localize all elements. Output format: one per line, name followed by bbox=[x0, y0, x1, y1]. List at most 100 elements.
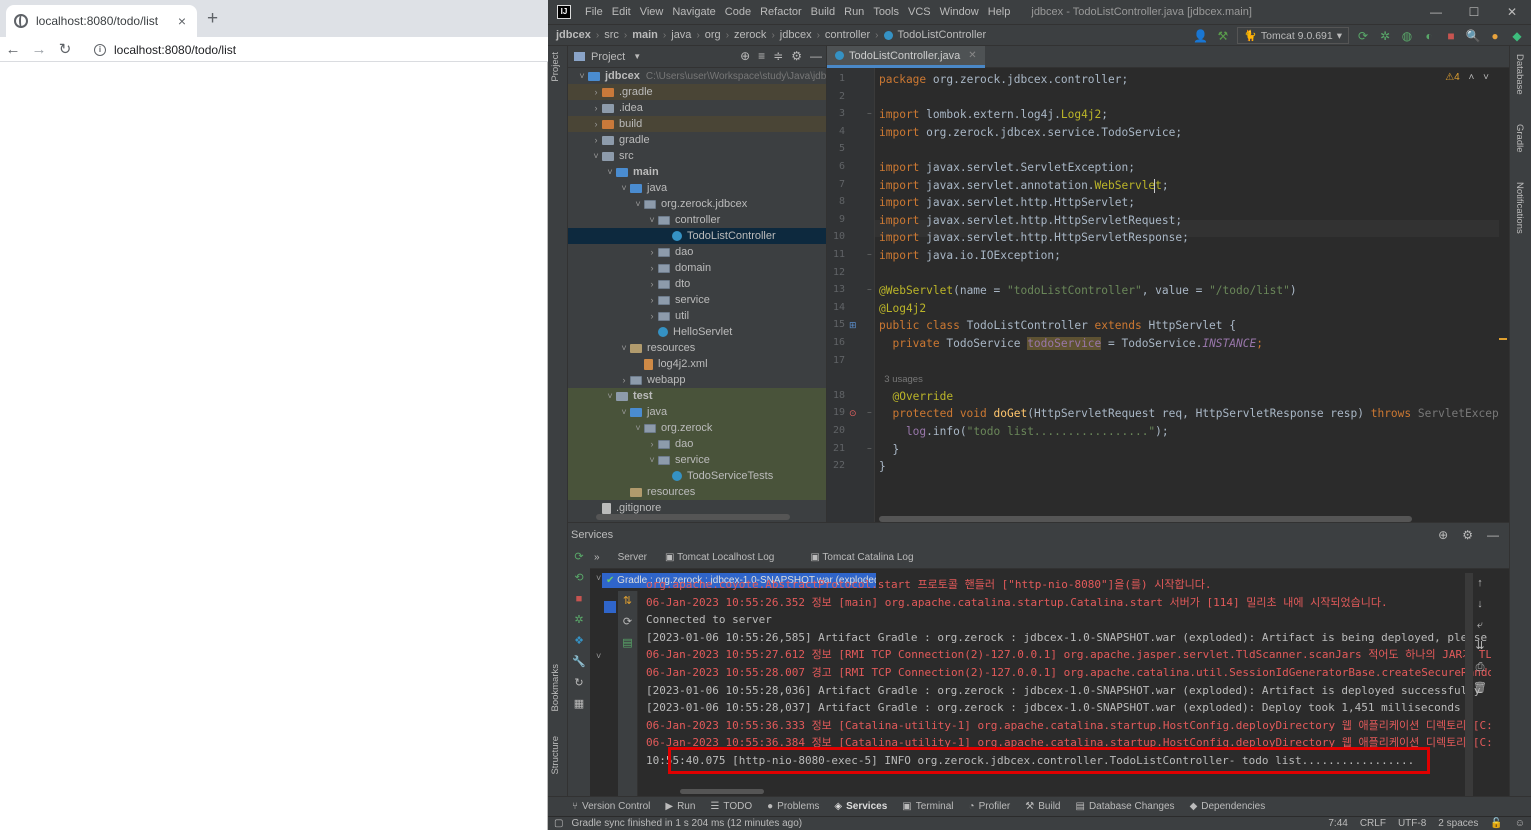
code-line[interactable]: log.info("todo list................."); bbox=[879, 424, 1169, 439]
notifications-tool-tab[interactable]: Notifications bbox=[1514, 182, 1525, 234]
chevron-down-icon[interactable]: ˅ bbox=[596, 573, 601, 583]
code-area[interactable]: package org.zerock.jdbcex.controller; imp… bbox=[879, 68, 1509, 522]
menu-view[interactable]: View bbox=[640, 6, 664, 18]
address-bar[interactable]: i localhost:8080/todo/list bbox=[86, 39, 541, 60]
code-line[interactable]: package org.zerock.jdbcex.controller; bbox=[879, 72, 1128, 87]
maximize-button[interactable]: ☐ bbox=[1455, 0, 1493, 24]
chevron-down-icon[interactable]: ˅ bbox=[604, 391, 616, 401]
refresh-icon[interactable]: ↻ bbox=[568, 673, 590, 694]
tree-item[interactable]: ˅ service bbox=[568, 452, 826, 468]
tool-tab-run[interactable]: ▶ Run bbox=[665, 801, 695, 812]
update-icon[interactable]: ● bbox=[1487, 29, 1503, 43]
scroll-end-icon[interactable]: ⇊ bbox=[1471, 636, 1489, 657]
code-line[interactable]: import javax.servlet.http.HttpServletReq… bbox=[879, 213, 1182, 228]
tree-item[interactable]: ˅ org.zerock bbox=[568, 420, 826, 436]
search-icon[interactable]: 🔍 bbox=[1465, 29, 1481, 43]
chevron-up-icon[interactable]: ˄ bbox=[1469, 72, 1475, 83]
tool-tab-database-changes[interactable]: ▤ Database Changes bbox=[1075, 801, 1174, 812]
tree-item[interactable]: HelloServlet bbox=[568, 324, 826, 340]
chevron-right-icon[interactable]: › bbox=[646, 311, 658, 321]
warning-marker[interactable] bbox=[1499, 338, 1507, 340]
chevron-down-icon[interactable]: ˅ bbox=[596, 651, 601, 661]
chevron-right-icon[interactable]: › bbox=[590, 135, 602, 145]
chevron-right-icon[interactable]: › bbox=[590, 87, 602, 97]
menu-tools[interactable]: Tools bbox=[873, 6, 899, 18]
breadcrumb-item[interactable]: jdbcex bbox=[556, 29, 591, 41]
menu-file[interactable]: File bbox=[585, 6, 603, 18]
tree-item[interactable]: ˅ java bbox=[568, 404, 826, 420]
chevron-down-icon[interactable]: ˅ bbox=[618, 183, 630, 193]
breadcrumb-item[interactable]: src bbox=[604, 29, 619, 41]
breadcrumb-item[interactable]: main bbox=[632, 29, 658, 41]
chevron-right-icon[interactable]: › bbox=[646, 247, 658, 257]
locate-icon[interactable]: ⊕ bbox=[740, 49, 750, 63]
fold-icon[interactable]: − bbox=[867, 444, 872, 453]
jetbrains-icon[interactable]: ◆ bbox=[1509, 29, 1525, 43]
reload-button[interactable]: ↻ bbox=[52, 40, 78, 58]
chevron-down-icon[interactable]: ˅ bbox=[618, 343, 630, 353]
group-icon[interactable]: ❖ bbox=[568, 631, 590, 652]
editor-tab-active[interactable]: TodoListController.java ✕ bbox=[827, 46, 985, 68]
chevron-down-icon[interactable]: ˅ bbox=[1483, 72, 1489, 83]
breadcrumb-item[interactable]: java bbox=[671, 29, 691, 41]
tree-item[interactable]: TodoServiceTests bbox=[568, 468, 826, 484]
stop-icon[interactable]: ■ bbox=[1443, 29, 1459, 43]
fold-icon[interactable]: − bbox=[867, 408, 872, 417]
code-line[interactable]: import org.zerock.jdbcex.service.TodoSer… bbox=[879, 125, 1182, 140]
caret-position[interactable]: 7:44 bbox=[1328, 817, 1347, 830]
tool-tab-todo[interactable]: ☰ TODO bbox=[710, 801, 752, 812]
arrow-up-icon[interactable]: ↑ bbox=[1471, 573, 1489, 594]
bookmarks-tool-tab[interactable]: Bookmarks bbox=[550, 664, 561, 712]
menu-code[interactable]: Code bbox=[725, 6, 751, 18]
chevron-right-icon[interactable]: › bbox=[618, 375, 630, 385]
profile-icon[interactable]: ◐ bbox=[1421, 29, 1437, 43]
tree-item[interactable]: ˅ org.zerock.jdbcex bbox=[568, 196, 826, 212]
chevron-down-icon[interactable]: ˅ bbox=[576, 71, 588, 81]
tree-item[interactable]: resources bbox=[568, 484, 826, 500]
project-horizontal-scrollbar[interactable] bbox=[596, 514, 790, 520]
tree-item[interactable]: › .idea bbox=[568, 100, 826, 116]
collapse-all-icon[interactable]: ≑ bbox=[773, 49, 783, 63]
run-config-selector[interactable]: 🐈 Tomcat 9.0.691 ▾ bbox=[1236, 27, 1349, 44]
servlet-mapping-icon[interactable]: ⊞ bbox=[849, 320, 857, 331]
info-icon[interactable]: i bbox=[94, 43, 106, 56]
code-line[interactable]: @WebServlet(name = "todoListController",… bbox=[879, 283, 1297, 298]
tree-item[interactable]: › build bbox=[568, 116, 826, 132]
tab-close-icon[interactable]: × bbox=[175, 13, 189, 29]
tree-item[interactable]: log4j2.xml bbox=[568, 356, 826, 372]
chevron-down-icon[interactable]: ˅ bbox=[632, 199, 644, 209]
chevron-right-icon[interactable]: › bbox=[646, 439, 658, 449]
stop-icon[interactable]: ■ bbox=[568, 589, 590, 610]
tool-tab-profiler[interactable]: ◔ Profiler bbox=[969, 801, 1011, 812]
update-app-icon[interactable]: ⇅ bbox=[618, 591, 637, 612]
new-tab-button[interactable]: + bbox=[207, 9, 218, 29]
tool-tab-problems[interactable]: ● Problems bbox=[767, 801, 819, 812]
menu-run[interactable]: Run bbox=[844, 6, 864, 18]
tree-item[interactable]: ˅ jdbcex C:\Users\user\Workspace\study\Jav… bbox=[568, 68, 826, 84]
gear-icon[interactable]: ⚙ bbox=[1462, 528, 1473, 542]
tool-tab-dependencies[interactable]: ◆ Dependencies bbox=[1190, 801, 1266, 812]
minimize-button[interactable]: — bbox=[1417, 0, 1455, 24]
tool-tab-build[interactable]: ⚒ Build bbox=[1025, 801, 1060, 812]
project-tool-tab[interactable]: Project bbox=[550, 52, 561, 82]
code-line[interactable]: 3 usages bbox=[879, 371, 923, 387]
globe-icon[interactable]: ⊕ bbox=[1438, 528, 1448, 542]
tree-item[interactable]: › gradle bbox=[568, 132, 826, 148]
database-tool-tab[interactable]: Database bbox=[1514, 54, 1525, 95]
debug-icon[interactable]: ✲ bbox=[568, 610, 590, 631]
tab-server[interactable]: Server bbox=[618, 552, 647, 563]
arrow-down-icon[interactable]: ↓ bbox=[1471, 594, 1489, 615]
tree-item[interactable]: › dao bbox=[568, 244, 826, 260]
chevron-down-icon[interactable]: ˅ bbox=[618, 407, 630, 417]
tree-item[interactable]: ˅ main bbox=[568, 164, 826, 180]
override-icon[interactable]: ⊙ bbox=[849, 408, 857, 419]
code-line[interactable]: import javax.servlet.ServletException; bbox=[879, 160, 1135, 175]
chevron-down-icon[interactable]: ˅ bbox=[646, 455, 658, 465]
fold-icon[interactable]: − bbox=[867, 285, 872, 294]
breadcrumb-item[interactable]: zerock bbox=[734, 29, 766, 41]
breadcrumb-item[interactable]: controller bbox=[825, 29, 870, 41]
menu-build[interactable]: Build bbox=[811, 6, 835, 18]
trash-icon[interactable]: 🗑 bbox=[1471, 678, 1489, 699]
tree-item[interactable]: ˅ resources bbox=[568, 340, 826, 356]
menu-refactor[interactable]: Refactor bbox=[760, 6, 802, 18]
